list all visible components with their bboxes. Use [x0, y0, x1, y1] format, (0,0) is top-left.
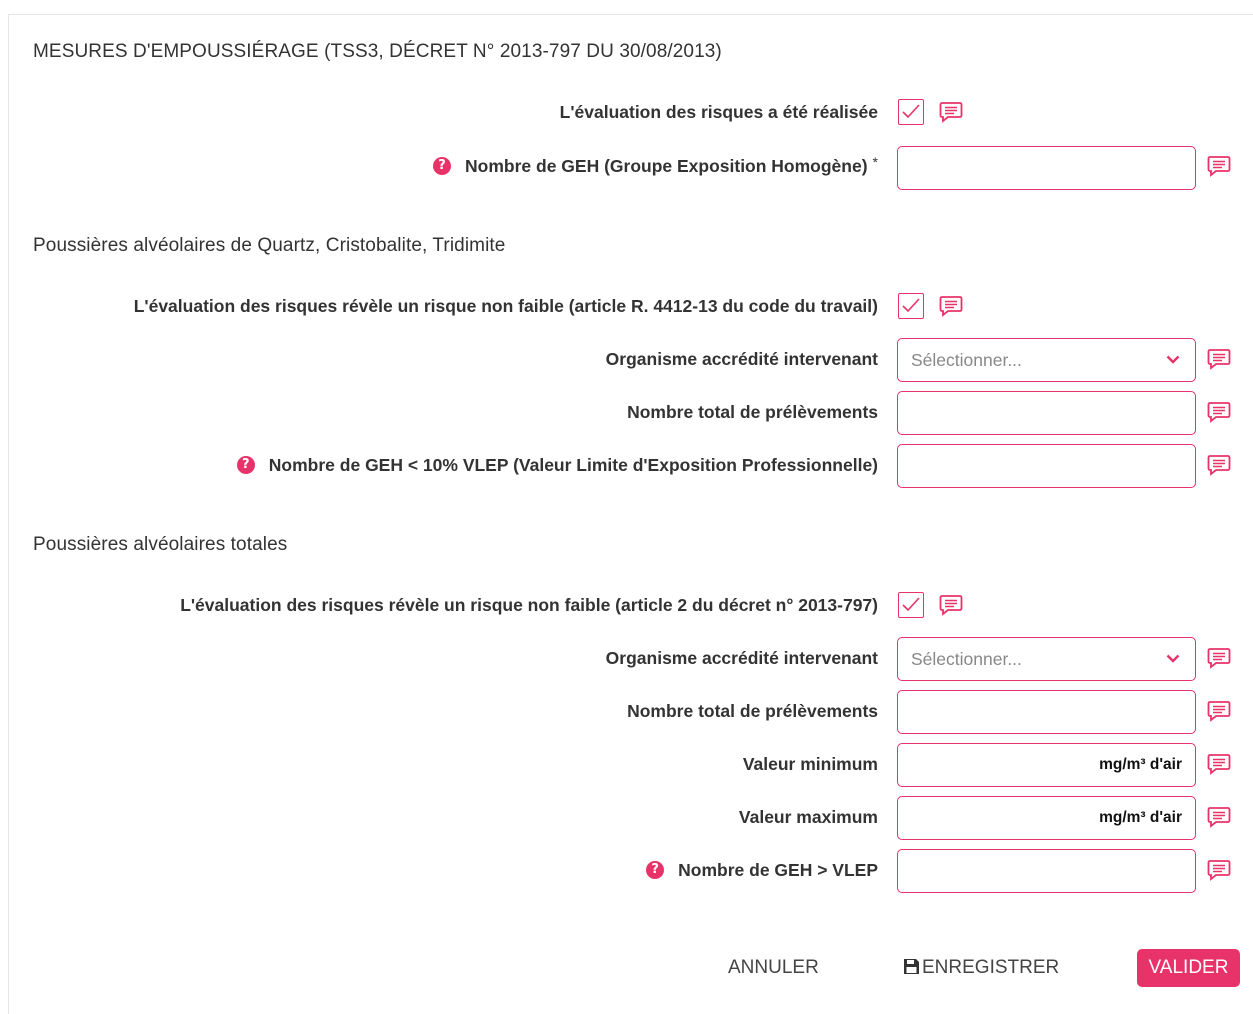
comment-icon[interactable]: [939, 295, 963, 317]
save-button[interactable]: ENREGISTRER: [903, 957, 1059, 979]
comment-icon[interactable]: [1207, 806, 1231, 828]
quartz-org-label: Organisme accrédité intervenant: [605, 348, 878, 369]
quartz-geh-low-label: ? Nombre de GEH < 10% VLEP (Valeur Limit…: [236, 453, 878, 477]
total-risk-label: L'évaluation des risques révèle un risqu…: [180, 594, 878, 615]
comment-icon[interactable]: [1207, 155, 1231, 177]
section-title-total: Poussières alvéolaires totales: [33, 534, 288, 555]
quartz-geh-low-input[interactable]: [897, 444, 1196, 488]
comment-icon[interactable]: [1207, 454, 1231, 476]
select-placeholder: Sélectionner...: [911, 350, 1022, 370]
total-org-select[interactable]: Sélectionner...: [897, 637, 1196, 681]
question-circle-icon[interactable]: ?: [236, 456, 255, 474]
comment-icon[interactable]: [1207, 401, 1231, 423]
total-geh-over-label: ? Nombre de GEH > VLEP: [646, 858, 878, 882]
comment-icon[interactable]: [1207, 348, 1231, 370]
total-org-label: Organisme accrédité intervenant: [605, 647, 878, 668]
check-icon: [902, 597, 920, 612]
eval-done-checkbox[interactable]: [898, 99, 924, 125]
unit-label: mg/m³ d'air: [1099, 809, 1182, 826]
total-samples-label: Nombre total de prélèvements: [627, 700, 878, 721]
select-placeholder: Sélectionner...: [911, 649, 1022, 669]
required-asterisk: *: [872, 154, 878, 170]
chevron-down-icon: [1166, 654, 1180, 663]
save-button-label: ENREGISTRER: [922, 957, 1060, 978]
comment-icon[interactable]: [939, 101, 963, 123]
quartz-risk-label: L'évaluation des risques révèle un risqu…: [133, 295, 878, 316]
section-title-quartz: Poussières alvéolaires de Quartz, Cristo…: [33, 235, 506, 256]
eval-done-label: L'évaluation des risques a été réalisée: [559, 101, 878, 122]
total-geh-over-input[interactable]: [897, 849, 1196, 893]
section-title-main: MESURES D'EMPOUSSIÉRAGE (TSS3, DÉCRET N°…: [33, 41, 722, 62]
comment-icon[interactable]: [1207, 859, 1231, 881]
quartz-samples-input[interactable]: [897, 391, 1196, 435]
unit-label: mg/m³ d'air: [1099, 756, 1182, 773]
submit-button-label: VALIDER: [1148, 957, 1229, 978]
total-risk-checkbox[interactable]: [898, 592, 924, 618]
submit-button[interactable]: VALIDER: [1137, 949, 1240, 987]
total-samples-input[interactable]: [897, 690, 1196, 734]
quartz-risk-checkbox[interactable]: [898, 293, 924, 319]
total-max-label: Valeur maximum: [738, 806, 878, 827]
geh-count-label: ? Nombre de GEH (Groupe Exposition Homog…: [433, 154, 878, 178]
check-icon: [902, 298, 920, 313]
total-min-label: Valeur minimum: [742, 753, 878, 774]
chevron-down-icon: [1166, 355, 1180, 364]
comment-icon[interactable]: [1207, 647, 1231, 669]
question-circle-icon[interactable]: ?: [646, 861, 665, 879]
check-icon: [902, 104, 920, 119]
quartz-samples-label: Nombre total de prélèvements: [627, 401, 878, 422]
comment-icon[interactable]: [939, 594, 963, 616]
comment-icon[interactable]: [1207, 700, 1231, 722]
quartz-org-select[interactable]: Sélectionner...: [897, 338, 1196, 382]
geh-count-input[interactable]: [897, 146, 1196, 190]
total-max-input[interactable]: mg/m³ d'air: [897, 796, 1196, 840]
floppy-disk-icon: [904, 959, 919, 974]
question-circle-icon[interactable]: ?: [433, 157, 452, 175]
cancel-button[interactable]: ANNULER: [728, 957, 819, 979]
total-min-input[interactable]: mg/m³ d'air: [897, 743, 1196, 787]
comment-icon[interactable]: [1207, 753, 1231, 775]
